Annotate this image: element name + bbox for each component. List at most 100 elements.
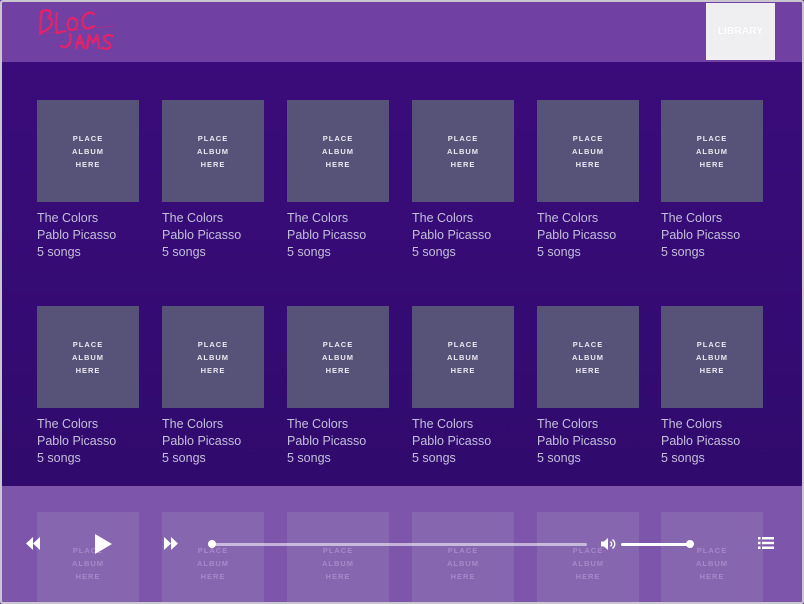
placeholder-text: PLACE bbox=[447, 133, 479, 143]
album-song-count: 5 songs bbox=[287, 451, 331, 465]
placeholder-text: HERE bbox=[75, 365, 101, 375]
album-cover-placeholder[interactable]: PLACE ALBUM HERE bbox=[162, 306, 264, 408]
placeholder-text: PLACE bbox=[72, 133, 104, 143]
album-artist: Pablo Picasso bbox=[37, 434, 117, 448]
next-button[interactable] bbox=[163, 536, 179, 551]
placeholder-text: ALBUM bbox=[446, 352, 480, 362]
album-card[interactable]: PLACE ALBUM HERE The Colors Pablo Picasso 5 s… bbox=[287, 100, 389, 261]
album-card[interactable]: PLACE ALBUM HERE The Colors Pablo Picasso 5 s… bbox=[412, 306, 514, 467]
album-info: The Colors Pablo Picasso 5 songs bbox=[162, 416, 264, 467]
album-title[interactable]: The Colors bbox=[412, 416, 514, 433]
album-info: The Colors Pablo Picasso 5 songs bbox=[412, 210, 514, 261]
album-song-count: 5 songs bbox=[661, 245, 705, 259]
album-title[interactable]: The Colors bbox=[287, 416, 389, 433]
album-title[interactable]: The Colors bbox=[37, 210, 139, 227]
album-card[interactable]: PLACE ALBUM HERE The Colors Pablo Picasso 5 s… bbox=[162, 100, 264, 261]
album-card[interactable]: PLACE ALBUM HERE The Colors Pablo Picasso 5 s… bbox=[661, 306, 763, 467]
album-cover-placeholder[interactable]: PLACE ALBUM HERE bbox=[412, 100, 514, 202]
album-cover-placeholder[interactable]: PLACE ALBUM HERE bbox=[287, 100, 389, 202]
album-card[interactable]: PLACE ALBUM HERE The Colors Pablo Picasso 5 s… bbox=[661, 100, 763, 261]
volume-thumb[interactable] bbox=[686, 540, 694, 548]
album-cover-placeholder[interactable]: PLACE ALBUM HERE bbox=[537, 100, 639, 202]
seek-bar[interactable] bbox=[212, 543, 587, 546]
placeholder-text: PLACE bbox=[322, 339, 354, 349]
placeholder-text: ALBUM bbox=[571, 352, 605, 362]
album-artist: Pablo Picasso bbox=[661, 434, 741, 448]
volume-button[interactable] bbox=[600, 537, 617, 551]
previous-button[interactable] bbox=[25, 536, 41, 551]
album-title[interactable]: The Colors bbox=[162, 210, 264, 227]
placeholder-text: ALBUM bbox=[321, 352, 355, 362]
album-card[interactable]: PLACE ALBUM HERE The Colors Pablo Picasso 5 s… bbox=[537, 306, 639, 467]
placeholder-text: HERE bbox=[575, 159, 601, 169]
album-artist: Pablo Picasso bbox=[162, 434, 242, 448]
album-info: The Colors Pablo Picasso 5 songs bbox=[37, 210, 139, 261]
album-cover-placeholder[interactable]: PLACE ALBUM HERE bbox=[287, 306, 389, 408]
album-title[interactable]: The Colors bbox=[287, 210, 389, 227]
placeholder-text: ALBUM bbox=[321, 146, 355, 156]
placeholder-text: PLACE bbox=[72, 339, 104, 349]
album-card[interactable]: PLACE ALBUM HERE The Colors Pablo Picasso 5 s… bbox=[37, 306, 139, 467]
album-title[interactable]: The Colors bbox=[412, 210, 514, 227]
play-button[interactable] bbox=[93, 533, 113, 555]
album-card[interactable]: PLACE ALBUM HERE The Colors Pablo Picasso 5 s… bbox=[37, 100, 139, 261]
album-artist: Pablo Picasso bbox=[412, 228, 492, 242]
bloc-jams-logo[interactable] bbox=[34, 4, 118, 56]
album-song-count: 5 songs bbox=[37, 245, 81, 259]
album-artist: Pablo Picasso bbox=[287, 434, 367, 448]
playlist-button[interactable] bbox=[758, 536, 774, 550]
placeholder-text: HERE bbox=[575, 365, 601, 375]
album-artist: Pablo Picasso bbox=[537, 228, 617, 242]
placeholder-text: HERE bbox=[699, 159, 725, 169]
album-info: The Colors Pablo Picasso 5 songs bbox=[287, 210, 389, 261]
album-title[interactable]: The Colors bbox=[537, 416, 639, 433]
album-title[interactable]: The Colors bbox=[37, 416, 139, 433]
album-cover-placeholder[interactable]: PLACE ALBUM HERE bbox=[37, 306, 139, 408]
album-song-count: 5 songs bbox=[412, 451, 456, 465]
album-song-count: 5 songs bbox=[661, 451, 705, 465]
placeholder-text: ALBUM bbox=[196, 146, 230, 156]
album-cover-placeholder[interactable]: PLACE ALBUM HERE bbox=[412, 306, 514, 408]
album-artist: Pablo Picasso bbox=[37, 228, 117, 242]
album-cover-placeholder[interactable]: PLACE ALBUM HERE bbox=[37, 100, 139, 202]
album-card[interactable]: PLACE ALBUM HERE The Colors Pablo Picasso 5 s… bbox=[412, 100, 514, 261]
album-info: The Colors Pablo Picasso 5 songs bbox=[661, 416, 763, 467]
album-song-count: 5 songs bbox=[537, 451, 581, 465]
placeholder-text: PLACE bbox=[572, 339, 604, 349]
placeholder-text: ALBUM bbox=[71, 352, 105, 362]
volume-bar[interactable] bbox=[621, 543, 691, 546]
seek-thumb[interactable] bbox=[208, 540, 216, 548]
album-title[interactable]: The Colors bbox=[661, 416, 763, 433]
placeholder-text: ALBUM bbox=[196, 352, 230, 362]
volume-icon bbox=[601, 538, 616, 550]
placeholder-text: HERE bbox=[325, 365, 351, 375]
album-artist: Pablo Picasso bbox=[162, 228, 242, 242]
placeholder-text: ALBUM bbox=[71, 146, 105, 156]
placeholder-text: ALBUM bbox=[695, 146, 729, 156]
placeholder-text: ALBUM bbox=[695, 352, 729, 362]
placeholder-text: PLACE bbox=[197, 339, 229, 349]
placeholder-text: PLACE bbox=[447, 339, 479, 349]
placeholder-text: ALBUM bbox=[446, 146, 480, 156]
album-info: The Colors Pablo Picasso 5 songs bbox=[37, 416, 139, 467]
album-card[interactable]: PLACE ALBUM HERE The Colors Pablo Picasso 5 s… bbox=[287, 306, 389, 467]
album-card[interactable]: PLACE ALBUM HERE The Colors Pablo Picasso 5 s… bbox=[537, 100, 639, 261]
placeholder-text: PLACE bbox=[322, 133, 354, 143]
album-title[interactable]: The Colors bbox=[162, 416, 264, 433]
album-title[interactable]: The Colors bbox=[537, 210, 639, 227]
placeholder-text: PLACE bbox=[197, 133, 229, 143]
album-card[interactable]: PLACE ALBUM HERE The Colors Pablo Picasso 5 s… bbox=[162, 306, 264, 467]
album-info: The Colors Pablo Picasso 5 songs bbox=[661, 210, 763, 261]
album-cover-placeholder[interactable]: PLACE ALBUM HERE bbox=[661, 306, 763, 408]
album-cover-placeholder[interactable]: PLACE ALBUM HERE bbox=[537, 306, 639, 408]
album-song-count: 5 songs bbox=[162, 245, 206, 259]
album-info: The Colors Pablo Picasso 5 songs bbox=[537, 210, 639, 261]
album-cover-placeholder[interactable]: PLACE ALBUM HERE bbox=[661, 100, 763, 202]
placeholder-text: HERE bbox=[200, 365, 226, 375]
album-info: The Colors Pablo Picasso 5 songs bbox=[537, 416, 639, 467]
playlist-icon bbox=[758, 537, 774, 549]
album-song-count: 5 songs bbox=[537, 245, 581, 259]
album-title[interactable]: The Colors bbox=[661, 210, 763, 227]
library-button[interactable]: LIBRARY bbox=[706, 3, 775, 60]
album-cover-placeholder[interactable]: PLACE ALBUM HERE bbox=[162, 100, 264, 202]
